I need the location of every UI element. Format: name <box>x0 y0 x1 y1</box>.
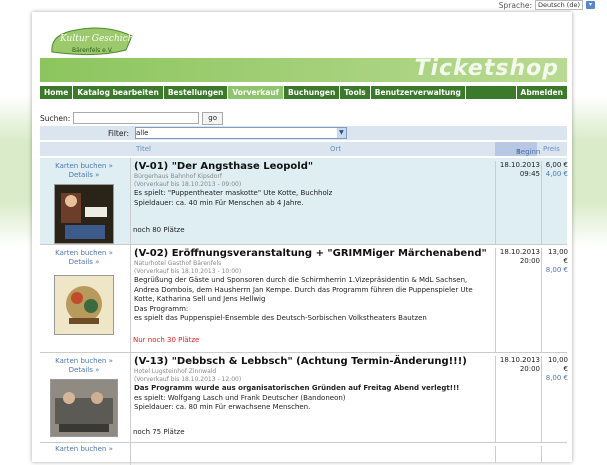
nav-home[interactable]: Home <box>40 86 74 99</box>
event-row: Karten buchen » Details » (V-02) Eröffnu… <box>40 245 570 355</box>
event-venue: Naturhotel Gasthof Bärenfels <box>134 260 222 267</box>
language-dropdown-icon[interactable]: ▾ <box>586 1 595 9</box>
nav-orders[interactable]: Bestellungen <box>164 86 229 99</box>
event-desc-line: Begrüßung der Gäste und Sponsoren durch … <box>134 276 473 303</box>
book-tickets-link[interactable]: Karten buchen » <box>40 357 128 366</box>
event-date: 18.10.2013 <box>499 161 540 169</box>
event-notice: Das Programm wurde aus organisatorischen… <box>134 384 460 392</box>
search-row: Suchen: go <box>40 111 224 125</box>
language-label: Sprache: <box>498 0 532 10</box>
logo-line1: Kultur Geschichte <box>59 34 136 44</box>
event-prices: 10,00 € 8,00 € <box>541 356 570 442</box>
event-price-reduced: 4,00 € <box>545 170 568 178</box>
event-desc-line: Spieldauer: ca. 40 min Für Menschen ab 4… <box>134 198 304 207</box>
chevron-down-icon[interactable]: ▼ <box>336 128 346 138</box>
event-desc-line: Spieldauer: ca. 80 min Für erwachsene Me… <box>134 403 311 411</box>
event-thumbnail[interactable] <box>54 184 114 244</box>
event-venue: Hotel Lugsteinhof Zinnwald <box>134 368 217 375</box>
column-title[interactable]: Titel <box>136 145 151 153</box>
logo-line2: Bärenfels e.V. <box>72 47 113 54</box>
event-title[interactable]: (V-02) Eröffnungsveranstaltung + "GRIMMi… <box>134 248 491 260</box>
event-venue: Bürgerhaus Bahnhof Kipsdorf <box>134 173 222 180</box>
language-select[interactable]: Deutsch (de) <box>534 0 583 10</box>
event-thumbnail[interactable] <box>50 379 118 437</box>
details-link[interactable]: Details » <box>40 258 128 267</box>
event-price-regular: 10,00 € <box>547 356 568 373</box>
nav-spacer <box>466 86 517 99</box>
main-nav: Home Katalog bearbeiten Bestellungen Vor… <box>40 86 567 99</box>
filter-select[interactable]: alle ▼ <box>134 127 347 139</box>
event-price-reduced: 8,00 € <box>545 266 568 274</box>
event-row: Karten buchen » <box>40 443 570 465</box>
event-places: Nur noch 30 Plätze <box>133 336 200 344</box>
event-desc-line: es spielt das Puppenspiel-Ensemble des D… <box>134 314 427 322</box>
search-button[interactable]: go <box>202 111 224 125</box>
event-prices <box>541 446 570 462</box>
event-title[interactable]: (V-01) "Der Angsthase Leopold" <box>134 161 491 173</box>
event-desc-line: es spielt: Wolfgang Lasch und Frank Deut… <box>134 393 346 402</box>
book-tickets-link[interactable]: Karten buchen » <box>40 162 128 171</box>
event-title[interactable]: (V-13) "Debbsch & Lebbsch" (Achtung Term… <box>134 356 491 368</box>
event-desc-line: Das Programm: <box>134 304 189 313</box>
event-date: 18.10.2013 <box>499 356 540 364</box>
filter-selected: alle <box>135 129 149 137</box>
event-actions: Karten buchen » Details » <box>40 245 128 337</box>
event-price-reduced: 8,00 € <box>545 374 568 382</box>
event-row: Karten buchen » Details » (V-01) "Der An… <box>40 158 570 247</box>
nav-users[interactable]: Benutzerverwaltung <box>371 86 466 99</box>
search-label: Suchen: <box>40 113 71 123</box>
event-time: 20:00 <box>519 365 540 373</box>
event-thumbnail[interactable] <box>54 275 114 335</box>
column-location[interactable]: Ort <box>330 145 341 153</box>
event-places: noch 80 Plätze <box>133 226 185 234</box>
event-date: 18.10.2013 <box>499 248 540 256</box>
event-prices: 6,00 € 4,00 € <box>541 161 570 244</box>
main-panel: Kultur Geschichte Bärenfels e.V. Tickets… <box>32 12 572 465</box>
book-tickets-link[interactable]: Karten buchen » <box>40 249 128 258</box>
event-price-regular: 13,00 € <box>547 248 568 265</box>
event-price-regular: 6,00 € <box>545 161 568 169</box>
event-presale: (Vorverkauf bis 18.10.2013 - 09:00) <box>134 181 242 188</box>
nav-catalog[interactable]: Katalog bearbeiten <box>73 86 164 99</box>
column-begin[interactable]: Beginn ⇑ <box>495 142 540 156</box>
event-prices: 13,00 € 8,00 € <box>541 248 570 352</box>
event-places: noch 75 Plätze <box>133 428 185 436</box>
nav-tools[interactable]: Tools <box>340 86 371 99</box>
details-link[interactable]: Details » <box>40 171 128 180</box>
event-datetime: 18.10.2013 20:00 <box>495 248 542 352</box>
column-price[interactable]: Preis <box>543 145 560 153</box>
table-header: Titel Ort Beginn ⇑ Preis <box>40 142 567 156</box>
event-actions: Karten buchen » <box>40 443 128 454</box>
event-presale: (Vorverkauf bis 18.10.2013 - 12:00) <box>134 376 242 383</box>
banner-title: Ticketshop <box>414 56 559 81</box>
details-link[interactable]: Details » <box>40 366 128 375</box>
language-bar: Sprache: Deutsch (de) ▾ <box>499 0 595 10</box>
event-row: Karten buchen » Details » (V-13) "Debbsc… <box>40 353 570 445</box>
event-desc-line: Es spielt: "Puppentheater maskotte" Ute … <box>134 189 333 197</box>
event-actions: Karten buchen » Details » <box>40 158 128 246</box>
filter-row: Filter: alle ▼ <box>40 126 567 140</box>
sort-arrow-icon: ⇑ <box>516 148 522 156</box>
event-time: 09:45 <box>519 170 540 178</box>
event-info <box>130 443 491 465</box>
event-datetime: 18.10.2013 09:45 <box>495 161 542 244</box>
nav-bookings[interactable]: Buchungen <box>284 86 341 99</box>
event-time: 20:00 <box>519 257 540 265</box>
event-datetime: 18.10.2013 20:00 <box>495 356 542 442</box>
nav-presale[interactable]: Vorverkauf <box>228 86 284 99</box>
filter-label: Filter: <box>108 128 129 138</box>
event-presale: (Vorverkauf bis 18.10.2013 - 10:00) <box>134 268 242 275</box>
nav-logout[interactable]: Abmelden <box>517 86 567 99</box>
event-actions: Karten buchen » Details » <box>40 353 128 439</box>
event-datetime <box>495 446 542 462</box>
site-logo[interactable]: Kultur Geschichte Bärenfels e.V. <box>46 22 136 58</box>
search-input[interactable] <box>73 112 200 124</box>
ticketshop-banner: Ticketshop <box>40 56 567 82</box>
